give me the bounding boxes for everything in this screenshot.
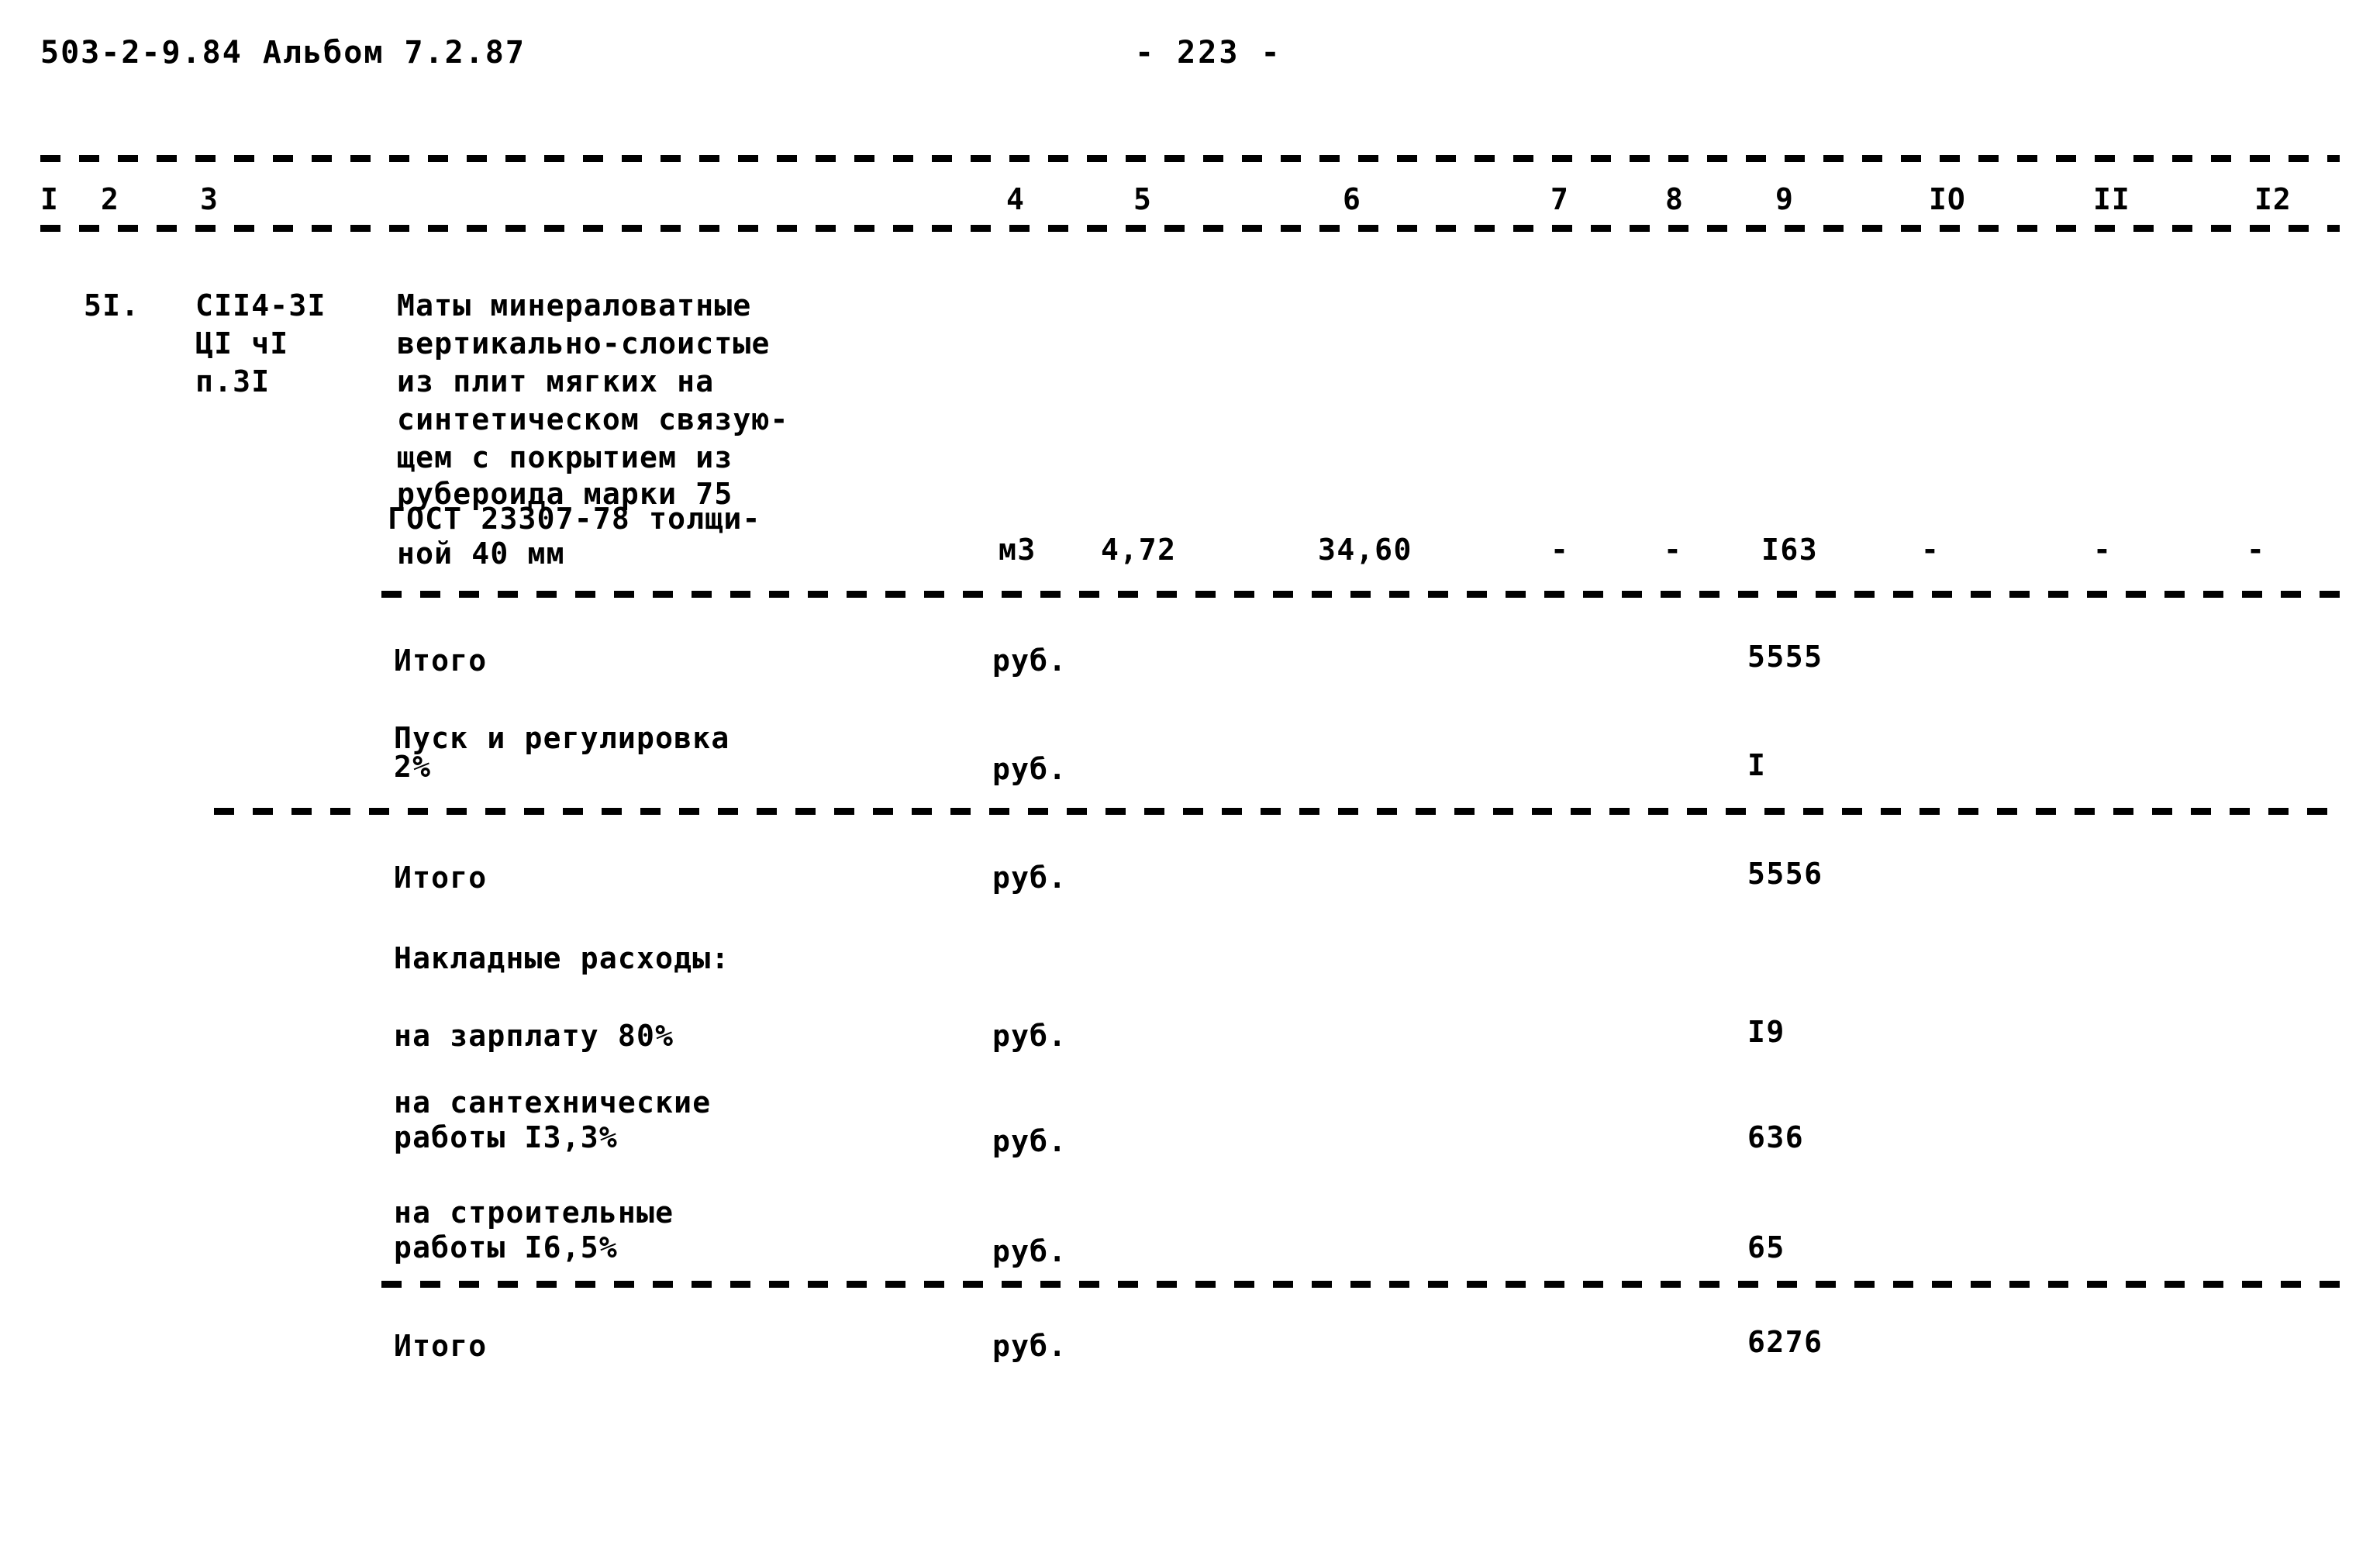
item-unit: м3 (999, 533, 1037, 567)
summary-label-7-line-1: Итого (394, 1329, 488, 1363)
summary-label-0-line-1: Итого (394, 643, 488, 678)
item-description-line-5: щем с покрытием из (397, 440, 733, 474)
summary-value-1: I (1747, 748, 1767, 782)
item-description-line-4: синтетическом связую- (397, 402, 789, 436)
column-header-1: I (40, 182, 59, 216)
item-value-col12: - (2247, 533, 2266, 567)
document-code: 503-2-9.84 Альбом 7.2.87 (40, 35, 526, 71)
item-description-line-8: ной 40 мм (397, 536, 565, 571)
item-description-line-7: ГОСТ 23307-78 толщи- (388, 502, 761, 536)
summary-unit-7: руб. (992, 1329, 1068, 1363)
summary-unit-1: руб. (992, 752, 1068, 786)
column-header-6: 6 (1343, 182, 1361, 216)
column-header-4: 4 (1006, 182, 1025, 216)
summary-value-0: 5555 (1747, 640, 1823, 674)
rule-after-item (381, 591, 2340, 598)
rule-before-total-2 (214, 808, 2340, 815)
rule-before-final-total (381, 1281, 2340, 1288)
summary-value-2: 5556 (1747, 857, 1823, 891)
column-header-8: 8 (1665, 182, 1684, 216)
column-header-11: II (2093, 182, 2130, 216)
item-value-col9: I63 (1761, 533, 1819, 567)
item-value-col8: - (1664, 533, 1683, 567)
summary-label-1-line-1: Пуск и регулировка (394, 721, 730, 755)
column-header-12: I2 (2254, 182, 2292, 216)
document-page: 503-2-9.84 Альбом 7.2.87 - 223 - I 2 3 4… (0, 0, 2380, 1556)
summary-label-2-line-1: Итого (394, 861, 488, 895)
item-code-line-2: ЦI чI (195, 326, 289, 361)
summary-value-7: 6276 (1747, 1325, 1823, 1359)
summary-label-6-line-1: на строительные (394, 1195, 674, 1230)
summary-value-6: 65 (1747, 1230, 1785, 1264)
column-header-10: IO (1929, 182, 1966, 216)
summary-unit-0: руб. (992, 643, 1068, 678)
page-number: - 223 - (1135, 35, 1282, 71)
item-description-line-3: из плит мягких на (397, 364, 715, 398)
item-value-col11: - (2093, 533, 2113, 567)
summary-label-3-line-1: Накладные расходы: (394, 941, 730, 975)
summary-value-5: 636 (1747, 1120, 1805, 1154)
rule-under-headers (40, 225, 2340, 232)
rule-top (40, 155, 2340, 162)
column-header-3: 3 (200, 182, 219, 216)
summary-label-4-line-1: на зарплату 80% (394, 1019, 674, 1053)
item-value-col7: - (1550, 533, 1570, 567)
summary-label-5-line-2: работы I3,3% (394, 1120, 618, 1154)
item-code-line-1: СII4-3I (195, 288, 326, 323)
summary-label-6-line-2: работы I6,5% (394, 1230, 618, 1264)
item-description-line-1: Маты минераловатные (397, 288, 752, 323)
summary-unit-4: руб. (992, 1019, 1068, 1053)
column-header-7: 7 (1550, 182, 1569, 216)
summary-label-1-line-2: 2% (394, 750, 432, 784)
summary-value-4: I9 (1747, 1015, 1785, 1049)
column-header-2: 2 (101, 182, 119, 216)
summary-label-5-line-1: на сантехнические (394, 1085, 712, 1120)
item-code-line-3: п.3I (195, 364, 271, 398)
item-value-col5: 4,72 (1101, 533, 1177, 567)
summary-unit-2: руб. (992, 861, 1068, 895)
item-value-col10: - (1921, 533, 1940, 567)
item-description-line-2: вертикально-слоистые (397, 326, 771, 361)
column-header-5: 5 (1133, 182, 1152, 216)
column-header-9: 9 (1775, 182, 1794, 216)
summary-unit-6: руб. (992, 1234, 1068, 1268)
summary-unit-5: руб. (992, 1124, 1068, 1158)
item-value-col6: 34,60 (1318, 533, 1412, 567)
item-number: 5I. (84, 288, 140, 323)
